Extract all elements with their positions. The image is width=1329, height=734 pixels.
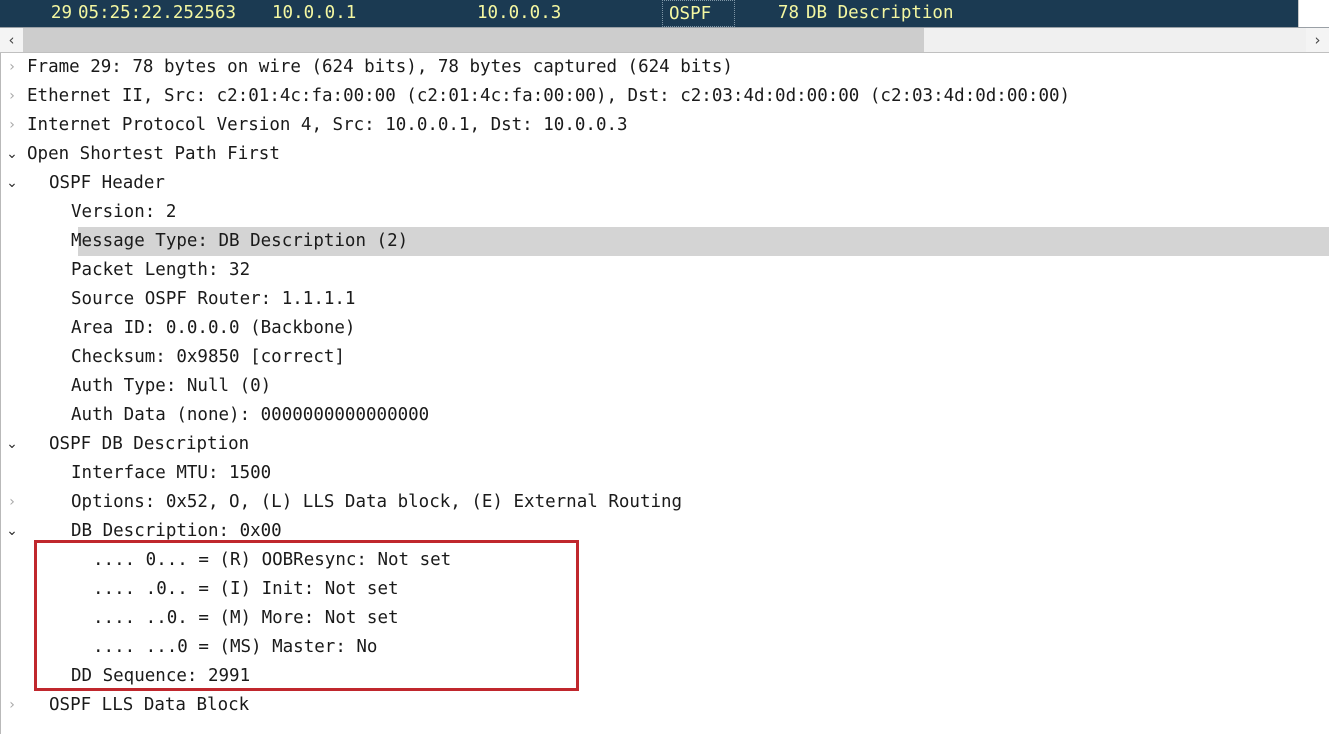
- tree-row-label: Auth Data (none): 0000000000000000: [71, 405, 430, 425]
- scroll-left-arrow-icon[interactable]: ‹: [0, 28, 23, 52]
- packet-detail-tree: › Frame 29: 78 bytes on wire (624 bits), …: [1, 53, 1329, 720]
- tree-row[interactable]: › Options: 0x52, O, (L) LLS Data block, (…: [1, 488, 1329, 517]
- chevron-down-icon[interactable]: ⌄: [1, 140, 23, 169]
- tree-row[interactable]: Auth Type: Null (0): [1, 372, 1329, 401]
- tree-row[interactable]: Packet Length: 32: [1, 256, 1329, 285]
- tree-row[interactable]: Version: 2: [1, 198, 1329, 227]
- tree-row-label: Source OSPF Router: 1.1.1.1: [71, 289, 356, 309]
- tree-row-label: Internet Protocol Version 4, Src: 10.0.0…: [27, 115, 628, 135]
- tree-row-label: Ethernet II, Src: c2:01:4c:fa:00:00 (c2:…: [27, 86, 1071, 106]
- chevron-right-icon[interactable]: ›: [1, 111, 23, 140]
- tree-row[interactable]: Checksum: 0x9850 [correct]: [1, 343, 1329, 372]
- tree-row[interactable]: .... ...0 = (MS) Master: No: [1, 633, 1329, 662]
- packet-destination-cell: 10.0.0.3: [477, 3, 562, 23]
- tree-row[interactable]: .... ..0. = (M) More: Not set: [1, 604, 1329, 633]
- tree-row-label: OSPF LLS Data Block: [49, 695, 250, 715]
- tree-row[interactable]: › Frame 29: 78 bytes on wire (624 bits), …: [1, 53, 1329, 82]
- packet-list[interactable]: 29 05:25:22.252563 10.0.0.1 10.0.0.3 OSP…: [0, 0, 1329, 27]
- scrollbar-track[interactable]: [23, 28, 1306, 52]
- packet-list-row-selected[interactable]: 29 05:25:22.252563 10.0.0.1 10.0.0.3 OSP…: [0, 0, 1299, 27]
- tree-row-label: .... .0.. = (I) Init: Not set: [93, 579, 399, 599]
- chevron-down-icon[interactable]: ⌄: [1, 430, 23, 459]
- tree-row[interactable]: Auth Data (none): 0000000000000000: [1, 401, 1329, 430]
- tree-row[interactable]: DD Sequence: 2991: [1, 662, 1329, 691]
- chevron-right-icon[interactable]: ›: [1, 82, 23, 111]
- packet-details-pane[interactable]: › Frame 29: 78 bytes on wire (624 bits), …: [0, 53, 1329, 734]
- tree-row-label: DB Description: 0x00: [71, 521, 282, 541]
- tree-row-label: Open Shortest Path First: [27, 144, 280, 164]
- tree-row[interactable]: .... .0.. = (I) Init: Not set: [1, 575, 1329, 604]
- tree-row-label: .... ...0 = (MS) Master: No: [93, 637, 378, 657]
- packet-length-cell: 78: [777, 3, 799, 23]
- tree-row[interactable]: Area ID: 0.0.0.0 (Backbone): [1, 314, 1329, 343]
- tree-row-label: DD Sequence: 2991: [71, 666, 251, 686]
- tree-row[interactable]: .... 0... = (R) OOBResync: Not set: [1, 546, 1329, 575]
- tree-row[interactable]: ⌄ OSPF DB Description: [1, 430, 1329, 459]
- tree-row-label: .... 0... = (R) OOBResync: Not set: [93, 550, 452, 570]
- packet-time-cell: 05:25:22.252563: [78, 3, 237, 23]
- chevron-down-icon[interactable]: ⌄: [1, 517, 23, 546]
- tree-row[interactable]: ⌄ Open Shortest Path First: [1, 140, 1329, 169]
- tree-row[interactable]: ⌄ DB Description: 0x00: [1, 517, 1329, 546]
- tree-row-label: OSPF Header: [49, 173, 165, 193]
- tree-row-label: Options: 0x52, O, (L) LLS Data block, (E…: [71, 492, 683, 512]
- scrollbar-thumb[interactable]: [23, 28, 924, 52]
- packet-no-cell: 29: [50, 3, 72, 23]
- packet-source-cell: 10.0.0.1: [272, 3, 357, 23]
- tree-row-label: Interface MTU: 1500: [71, 463, 272, 483]
- tree-row[interactable]: Interface MTU: 1500: [1, 459, 1329, 488]
- chevron-right-icon[interactable]: ›: [1, 691, 23, 720]
- tree-row-label: .... ..0. = (M) More: Not set: [93, 608, 399, 628]
- tree-row[interactable]: › Internet Protocol Version 4, Src: 10.0.…: [1, 111, 1329, 140]
- tree-row[interactable]: ⌄ OSPF Header: [1, 169, 1329, 198]
- chevron-right-icon[interactable]: ›: [1, 53, 23, 82]
- tree-row[interactable]: Message Type: DB Description (2): [1, 227, 1329, 256]
- tree-row-label: Area ID: 0.0.0.0 (Backbone): [71, 318, 356, 338]
- tree-row-label: Packet Length: 32: [71, 260, 251, 280]
- tree-row-label: Frame 29: 78 bytes on wire (624 bits), 7…: [27, 57, 733, 77]
- tree-row-label: OSPF DB Description: [49, 434, 250, 454]
- tree-row[interactable]: › Ethernet II, Src: c2:01:4c:fa:00:00 (c2…: [1, 82, 1329, 111]
- chevron-right-icon[interactable]: ›: [1, 488, 23, 517]
- horizontal-scrollbar[interactable]: ‹ ›: [0, 27, 1329, 53]
- chevron-down-icon[interactable]: ⌄: [1, 169, 23, 198]
- packet-info-cell: DB Description: [806, 3, 954, 23]
- tree-row-label: Message Type: DB Description (2): [71, 231, 409, 251]
- tree-row[interactable]: › OSPF LLS Data Block: [1, 691, 1329, 720]
- tree-row-label: Checksum: 0x9850 [correct]: [71, 347, 345, 367]
- scroll-right-arrow-icon[interactable]: ›: [1306, 28, 1329, 52]
- packet-protocol-cell[interactable]: OSPF: [662, 0, 735, 27]
- tree-row[interactable]: Source OSPF Router: 1.1.1.1: [1, 285, 1329, 314]
- packet-list-vertical-scrollbar-area[interactable]: [1298, 0, 1329, 27]
- tree-row-label: Auth Type: Null (0): [71, 376, 272, 396]
- tree-row-label: Version: 2: [71, 202, 177, 222]
